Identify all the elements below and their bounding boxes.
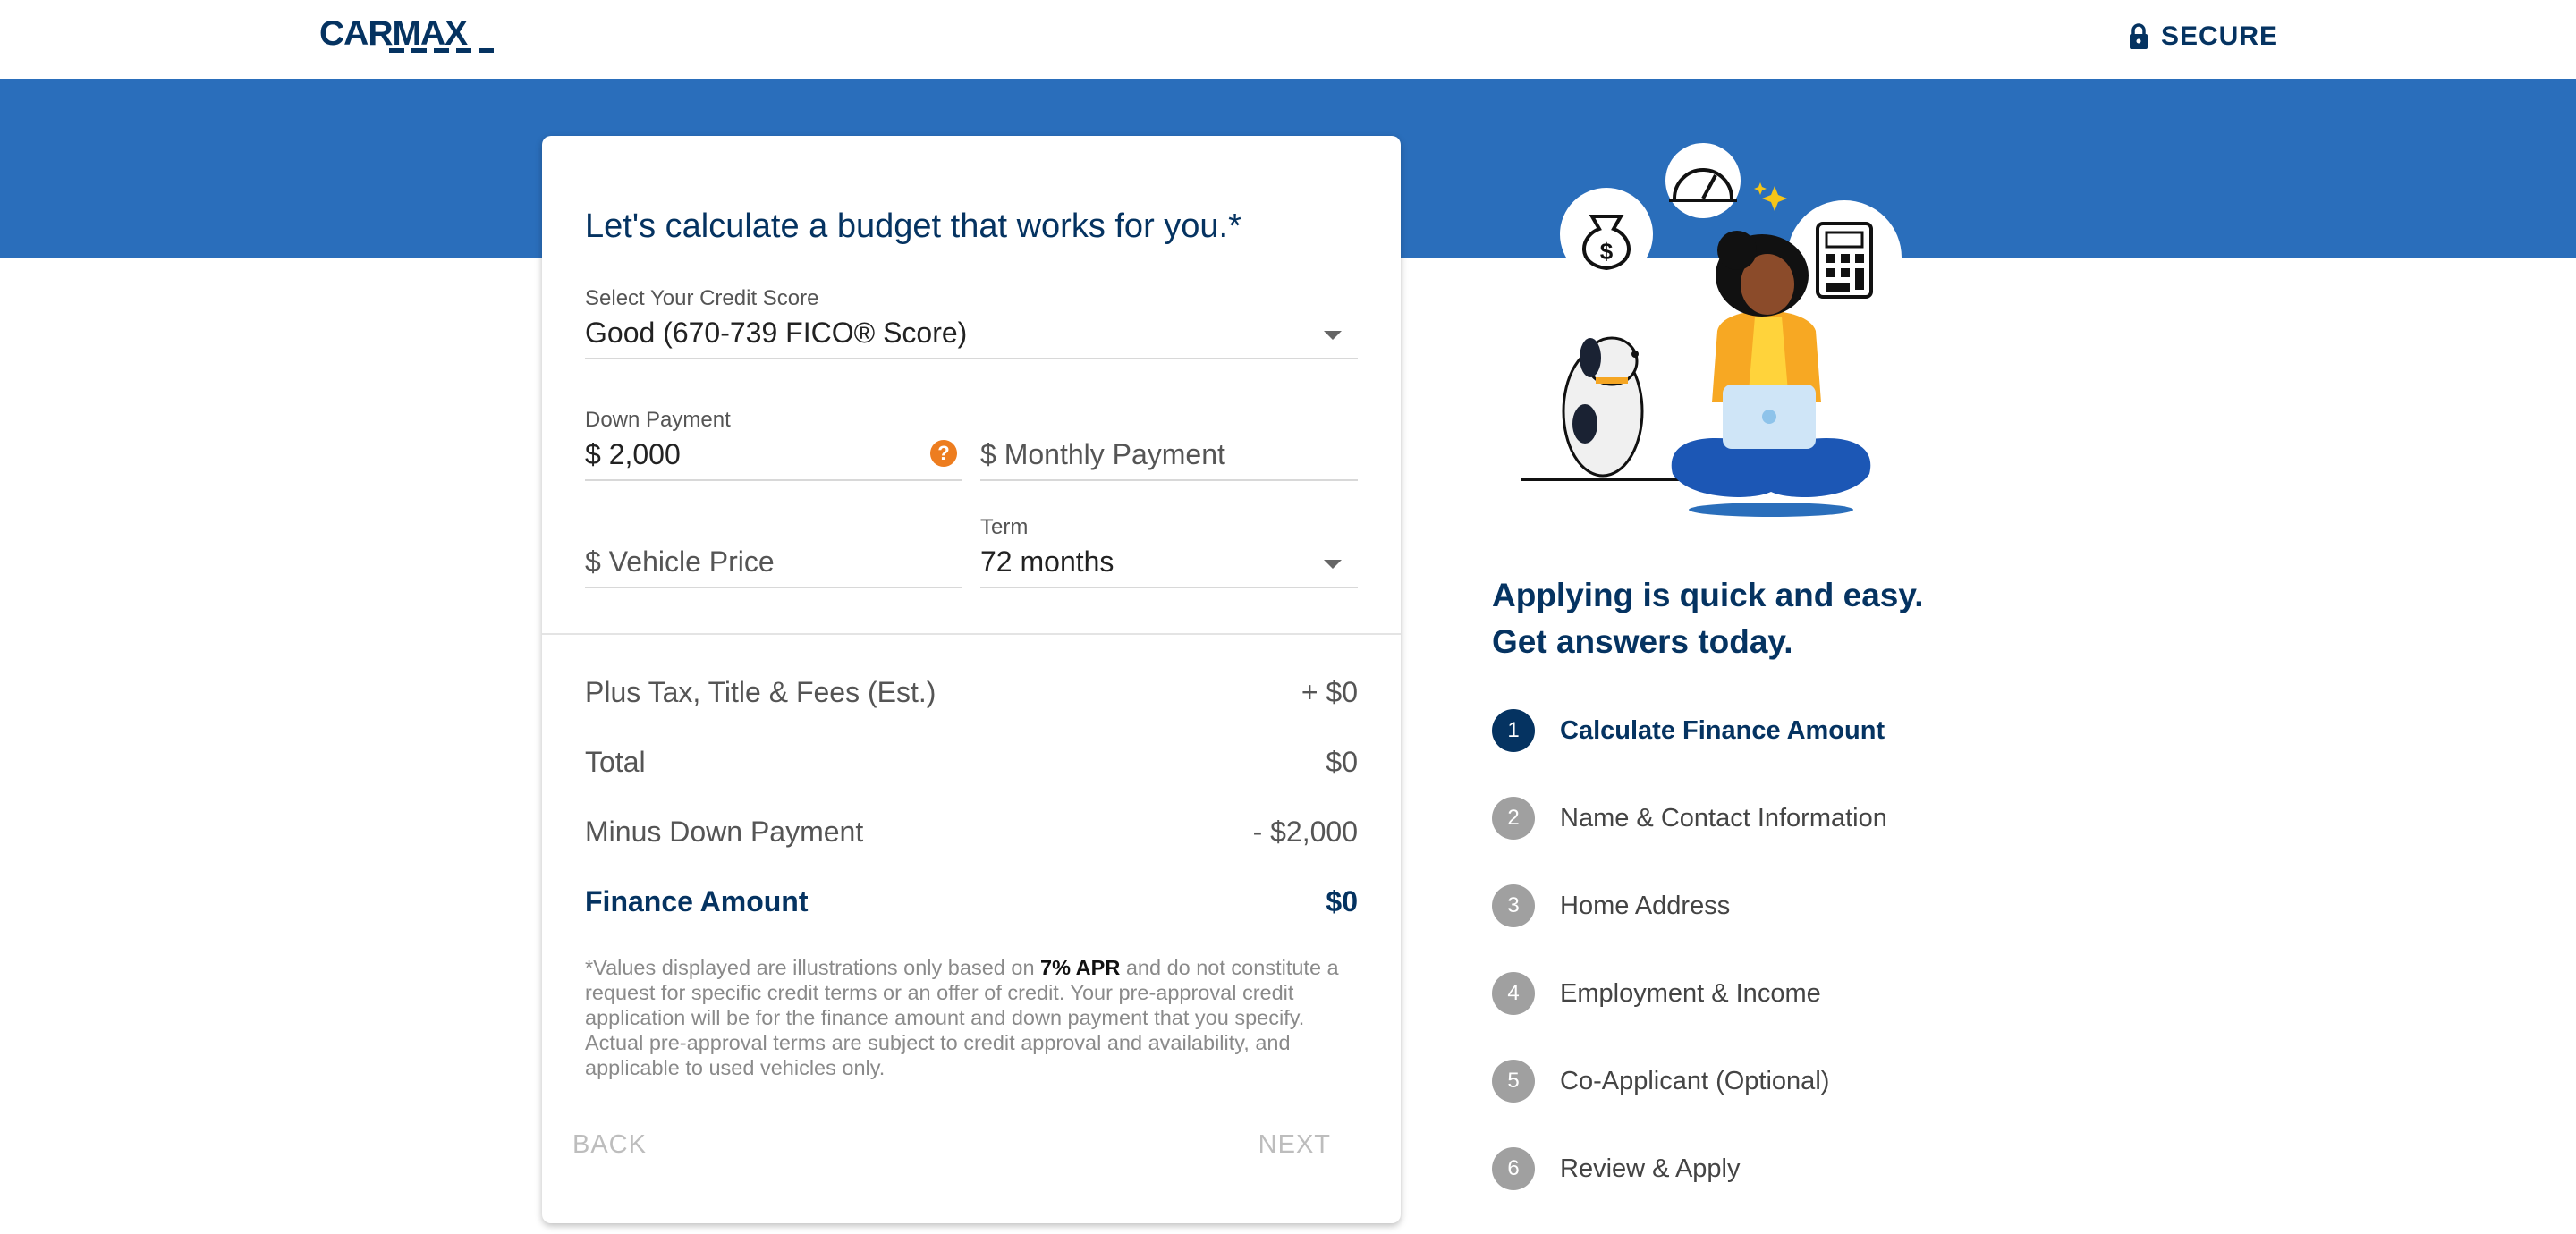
summary-row-tax-fees: Plus Tax, Title & Fees (Est.) + $0 [585, 676, 1358, 721]
svg-text:$: $ [1600, 238, 1614, 265]
logo-wordmark: CARMAX [319, 14, 468, 53]
summary-row-down-payment: Minus Down Payment - $2,000 [585, 816, 1358, 860]
sparkle-icon [1754, 182, 1787, 211]
secure-indicator: SECURE [2129, 21, 2278, 52]
step-label: Co-Applicant (Optional) [1560, 1066, 1830, 1095]
term-select[interactable]: 72 months [980, 540, 1358, 588]
section-divider [542, 633, 1401, 635]
currency-symbol: $ [585, 438, 601, 470]
currency-symbol: $ [980, 438, 996, 470]
monthly-payment-placeholder: Monthly Payment [1004, 438, 1225, 470]
help-icon[interactable]: ? [930, 440, 957, 467]
summary-value: $0 [1326, 885, 1358, 917]
step-label: Employment & Income [1560, 978, 1821, 1008]
summary-label: Minus Down Payment [585, 816, 864, 848]
top-header: CARMAX SECURE [0, 0, 2576, 79]
step-number: 3 [1492, 884, 1535, 927]
calculator-icon [1787, 200, 1902, 315]
credit-score-label: Select Your Credit Score [585, 286, 819, 310]
chevron-down-icon [1324, 331, 1342, 340]
monthly-payment-input[interactable]: $ Monthly Payment [980, 433, 1358, 481]
back-button[interactable]: BACK [546, 1121, 674, 1169]
summary-value: + $0 [1301, 676, 1358, 708]
step-label: Home Address [1560, 891, 1731, 920]
disclaimer-text: *Values displayed are illustrations only… [585, 956, 1339, 1079]
summary-label: Finance Amount [585, 885, 809, 917]
step-item: 1 Calculate Finance Amount [1492, 708, 1885, 753]
step-number: 6 [1492, 1147, 1535, 1190]
apr-highlight: 7% APR [1040, 956, 1121, 979]
step-item: 3 Home Address [1492, 883, 1730, 928]
credit-score-value: Good (670-739 FICO® Score) [585, 317, 968, 349]
summary-row-total: Total $0 [585, 746, 1358, 790]
summary-label: Plus Tax, Title & Fees (Est.) [585, 676, 936, 708]
down-payment-label: Down Payment [585, 408, 731, 432]
carmax-logo[interactable]: CARMAX [319, 16, 498, 59]
summary-value: $0 [1326, 746, 1358, 778]
step-item: 4 Employment & Income [1492, 971, 1821, 1016]
credit-score-select[interactable]: Good (670-739 FICO® Score) [585, 311, 1358, 359]
step-label: Name & Contact Information [1560, 803, 1887, 833]
summary-row-finance-amount: Finance Amount $0 [585, 885, 1358, 930]
down-payment-value: 2,000 [608, 438, 681, 470]
budget-illustration: $ [1521, 143, 1902, 517]
vehicle-price-input[interactable]: $ Vehicle Price [585, 540, 962, 588]
step-item: 6 Review & Apply [1492, 1146, 1741, 1191]
term-value: 72 months [980, 545, 1114, 578]
money-bag-icon: $ [1560, 188, 1653, 281]
step-item: 2 Name & Contact Information [1492, 796, 1887, 841]
step-number: 4 [1492, 972, 1535, 1015]
vehicle-price-placeholder: Vehicle Price [608, 545, 775, 578]
currency-symbol: $ [585, 545, 601, 578]
chevron-down-icon [1324, 560, 1342, 569]
step-label: Calculate Finance Amount [1560, 715, 1885, 745]
step-number: 5 [1492, 1060, 1535, 1103]
summary-value: - $2,000 [1252, 816, 1358, 848]
step-label: Review & Apply [1560, 1154, 1741, 1183]
term-label: Term [980, 515, 1029, 539]
lock-icon [2130, 23, 2148, 49]
secure-label: SECURE [2161, 21, 2279, 51]
step-item: 5 Co-Applicant (Optional) [1492, 1059, 1829, 1103]
step-number: 2 [1492, 797, 1535, 840]
card-title: Let's calculate a budget that works for … [585, 207, 1241, 245]
down-payment-input[interactable]: $ 2,000 ? [585, 433, 962, 481]
apply-heading: Applying is quick and easy. Get answers … [1492, 577, 1924, 660]
next-button[interactable]: NEXT [1232, 1121, 1358, 1169]
speedometer-icon [1665, 143, 1741, 218]
summary-label: Total [585, 746, 646, 778]
budget-calculator-card: Let's calculate a budget that works for … [542, 136, 1401, 1223]
step-number: 1 [1492, 709, 1535, 752]
logo-dashes [389, 48, 494, 53]
